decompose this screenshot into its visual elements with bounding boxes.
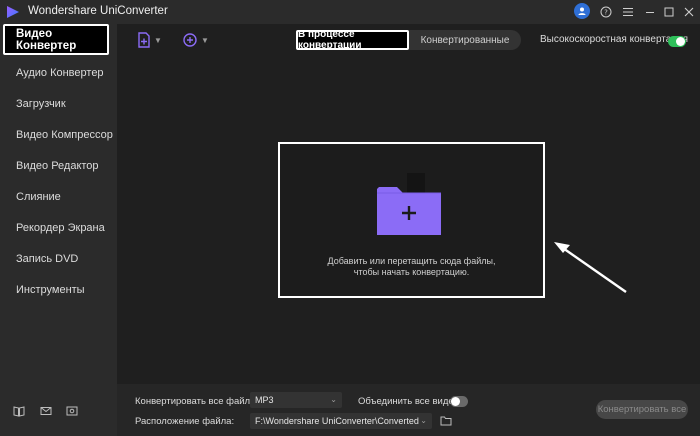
- drop-zone-line1: Добавить или перетащить сюда файлы,: [327, 256, 496, 266]
- sidebar-item-label: Слияние: [16, 191, 61, 203]
- sidebar-item-label: Видео Компрессор: [16, 129, 113, 141]
- add-media-button[interactable]: ▼: [182, 30, 209, 50]
- drop-zone-inner: Добавить или перетащить сюда файлы, чтоб…: [280, 144, 543, 296]
- location-select[interactable]: F:\Wondershare UniConverter\Converted ⌄: [250, 413, 432, 429]
- main-panel: ▼ ▼ В процессе конвертации Конвертирован…: [117, 24, 700, 436]
- tab-converting[interactable]: В процессе конвертации: [296, 29, 409, 51]
- drop-zone[interactable]: Добавить или перетащить сюда файлы, чтоб…: [278, 142, 545, 298]
- sidebar: Видео Конвертер Аудио Конвертер Загрузчи…: [0, 24, 117, 436]
- sidebar-item-label: Видео Конвертер: [16, 27, 77, 52]
- add-media-icon: [183, 33, 197, 47]
- add-folder-icon: [377, 173, 441, 235]
- pointer-arrow: [554, 242, 627, 293]
- high-speed-toggle[interactable]: [668, 36, 686, 47]
- chevron-down-icon: ⌄: [420, 416, 427, 425]
- convert-all-button[interactable]: Конвертировать все: [596, 400, 688, 419]
- app-logo-icon: [7, 6, 19, 18]
- convert-all-to-label: Конвертировать все файлы в:: [135, 396, 268, 407]
- user-account-icon[interactable]: [574, 3, 590, 19]
- toolbar: ▼ ▼ В процессе конвертации Конвертирован…: [117, 24, 700, 57]
- minimize-icon[interactable]: [641, 3, 659, 21]
- conversion-tabs: В процессе конвертации Конвертированные: [296, 29, 521, 51]
- high-speed-label: Высокоскоростная конвертация: [540, 34, 689, 45]
- chevron-down-icon: ▼: [201, 35, 209, 45]
- sidebar-item-label: Рекордер Экрана: [16, 222, 105, 234]
- open-folder-icon[interactable]: [440, 416, 452, 426]
- app-title: Wondershare UniConverter: [28, 5, 168, 17]
- svg-text:?: ?: [604, 9, 608, 17]
- sidebar-item-video-converter[interactable]: Видео Конвертер: [3, 24, 109, 55]
- add-file-icon: [138, 32, 150, 48]
- book-icon[interactable]: [12, 404, 26, 418]
- format-select[interactable]: MP3 ⌄: [250, 392, 342, 408]
- maximize-icon[interactable]: [660, 3, 678, 21]
- sidebar-item-label: Загрузчик: [16, 98, 66, 110]
- merge-all-toggle[interactable]: [450, 396, 468, 407]
- chevron-down-icon: ⌄: [330, 395, 337, 404]
- sidebar-item-label: Аудио Конвертер: [16, 67, 104, 79]
- sidebar-item-video-compressor[interactable]: Видео Компрессор: [0, 121, 117, 149]
- tab-converted[interactable]: Конвертированные: [409, 30, 521, 50]
- title-bar: Wondershare UniConverter ?: [0, 0, 700, 24]
- sidebar-item-toolbox[interactable]: Инструменты: [0, 276, 117, 304]
- chevron-down-icon: ▼: [154, 35, 162, 45]
- sidebar-item-label: Видео Редактор: [16, 160, 99, 172]
- convert-all-button-label: Конвертировать все: [597, 404, 687, 415]
- sidebar-item-dvd-burner[interactable]: Запись DVD: [0, 245, 117, 273]
- sidebar-item-audio-converter[interactable]: Аудио Конвертер: [0, 59, 117, 87]
- drop-zone-line2: чтобы начать конвертацию.: [353, 267, 470, 277]
- sidebar-item-video-editor[interactable]: Видео Редактор: [0, 152, 117, 180]
- menu-icon[interactable]: [619, 3, 637, 21]
- sidebar-item-downloader[interactable]: Загрузчик: [0, 90, 117, 118]
- sidebar-item-label: Запись DVD: [16, 253, 79, 265]
- close-icon[interactable]: [680, 3, 698, 21]
- sidebar-item-merge[interactable]: Слияние: [0, 183, 117, 211]
- feedback-icon[interactable]: [65, 404, 79, 418]
- help-icon[interactable]: ?: [597, 3, 615, 21]
- tab-converting-label: В процессе конвертации: [298, 29, 362, 51]
- tab-converted-label: Конвертированные: [420, 34, 510, 46]
- file-location-label: Расположение файла:: [135, 416, 235, 427]
- add-files-button[interactable]: ▼: [137, 30, 162, 50]
- sidebar-item-screen-recorder[interactable]: Рекордер Экрана: [0, 214, 117, 242]
- location-select-value: F:\Wondershare UniConverter\Converted: [255, 416, 419, 426]
- sidebar-item-label: Инструменты: [16, 284, 85, 296]
- mail-icon[interactable]: [39, 404, 53, 418]
- toggle-knob: [676, 37, 685, 46]
- format-select-value: MP3: [255, 395, 274, 405]
- toggle-knob: [451, 397, 460, 406]
- merge-all-label: Объединить все видео: [358, 396, 459, 407]
- drop-zone-text: Добавить или перетащить сюда файлы, чтоб…: [280, 256, 543, 278]
